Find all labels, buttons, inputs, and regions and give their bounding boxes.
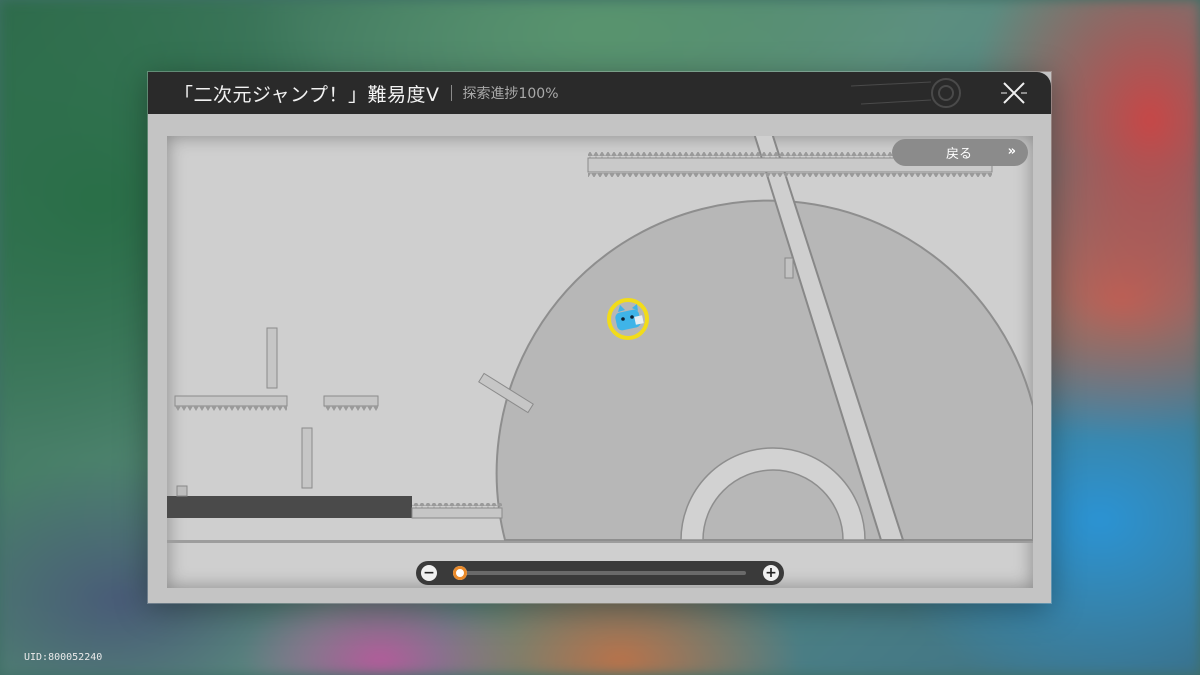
zoom-thumb[interactable] bbox=[453, 566, 467, 580]
exploration-progress: 探索進捗100% bbox=[462, 86, 559, 102]
header-divider bbox=[451, 85, 453, 101]
back-button[interactable]: 戻る » bbox=[892, 139, 1028, 166]
dark-floor-block bbox=[167, 496, 412, 518]
middle-ledge bbox=[323, 395, 379, 407]
close-icon[interactable] bbox=[1001, 80, 1027, 106]
left-ledge bbox=[174, 395, 288, 407]
window-header: 「二次元ジャンプ！」難易度V 探索進捗100% bbox=[148, 72, 1051, 114]
middle-ledge-spikes bbox=[324, 406, 378, 411]
dome-platform bbox=[495, 199, 1033, 541]
zoom-in-button[interactable]: + bbox=[763, 565, 779, 581]
spike-floor bbox=[411, 507, 503, 519]
start-marker bbox=[176, 485, 188, 497]
cat-player-icon[interactable] bbox=[605, 296, 651, 342]
map-window: 「二次元ジャンプ！」難易度V 探索進捗100% 戻る » − + bbox=[148, 72, 1051, 603]
double-chevron-right-icon: » bbox=[1007, 144, 1016, 159]
map-terrain bbox=[167, 136, 1033, 543]
level-map[interactable] bbox=[167, 136, 1033, 588]
ceiling-spikes-under bbox=[588, 172, 992, 177]
zoom-slider[interactable]: − + bbox=[416, 561, 784, 585]
vertical-post-upper bbox=[266, 327, 278, 389]
zoom-track[interactable] bbox=[454, 571, 746, 575]
user-id: UID:800052240 bbox=[24, 652, 103, 663]
back-button-label: 戻る bbox=[946, 147, 973, 162]
zoom-out-button[interactable]: − bbox=[421, 565, 437, 581]
floor-spikes bbox=[412, 503, 502, 508]
window-title: 「二次元ジャンプ！」難易度V bbox=[174, 83, 440, 106]
left-ledge-spikes bbox=[175, 406, 287, 411]
vertical-post-lower bbox=[301, 427, 313, 489]
header-decoration bbox=[851, 78, 961, 108]
small-block bbox=[784, 257, 794, 279]
